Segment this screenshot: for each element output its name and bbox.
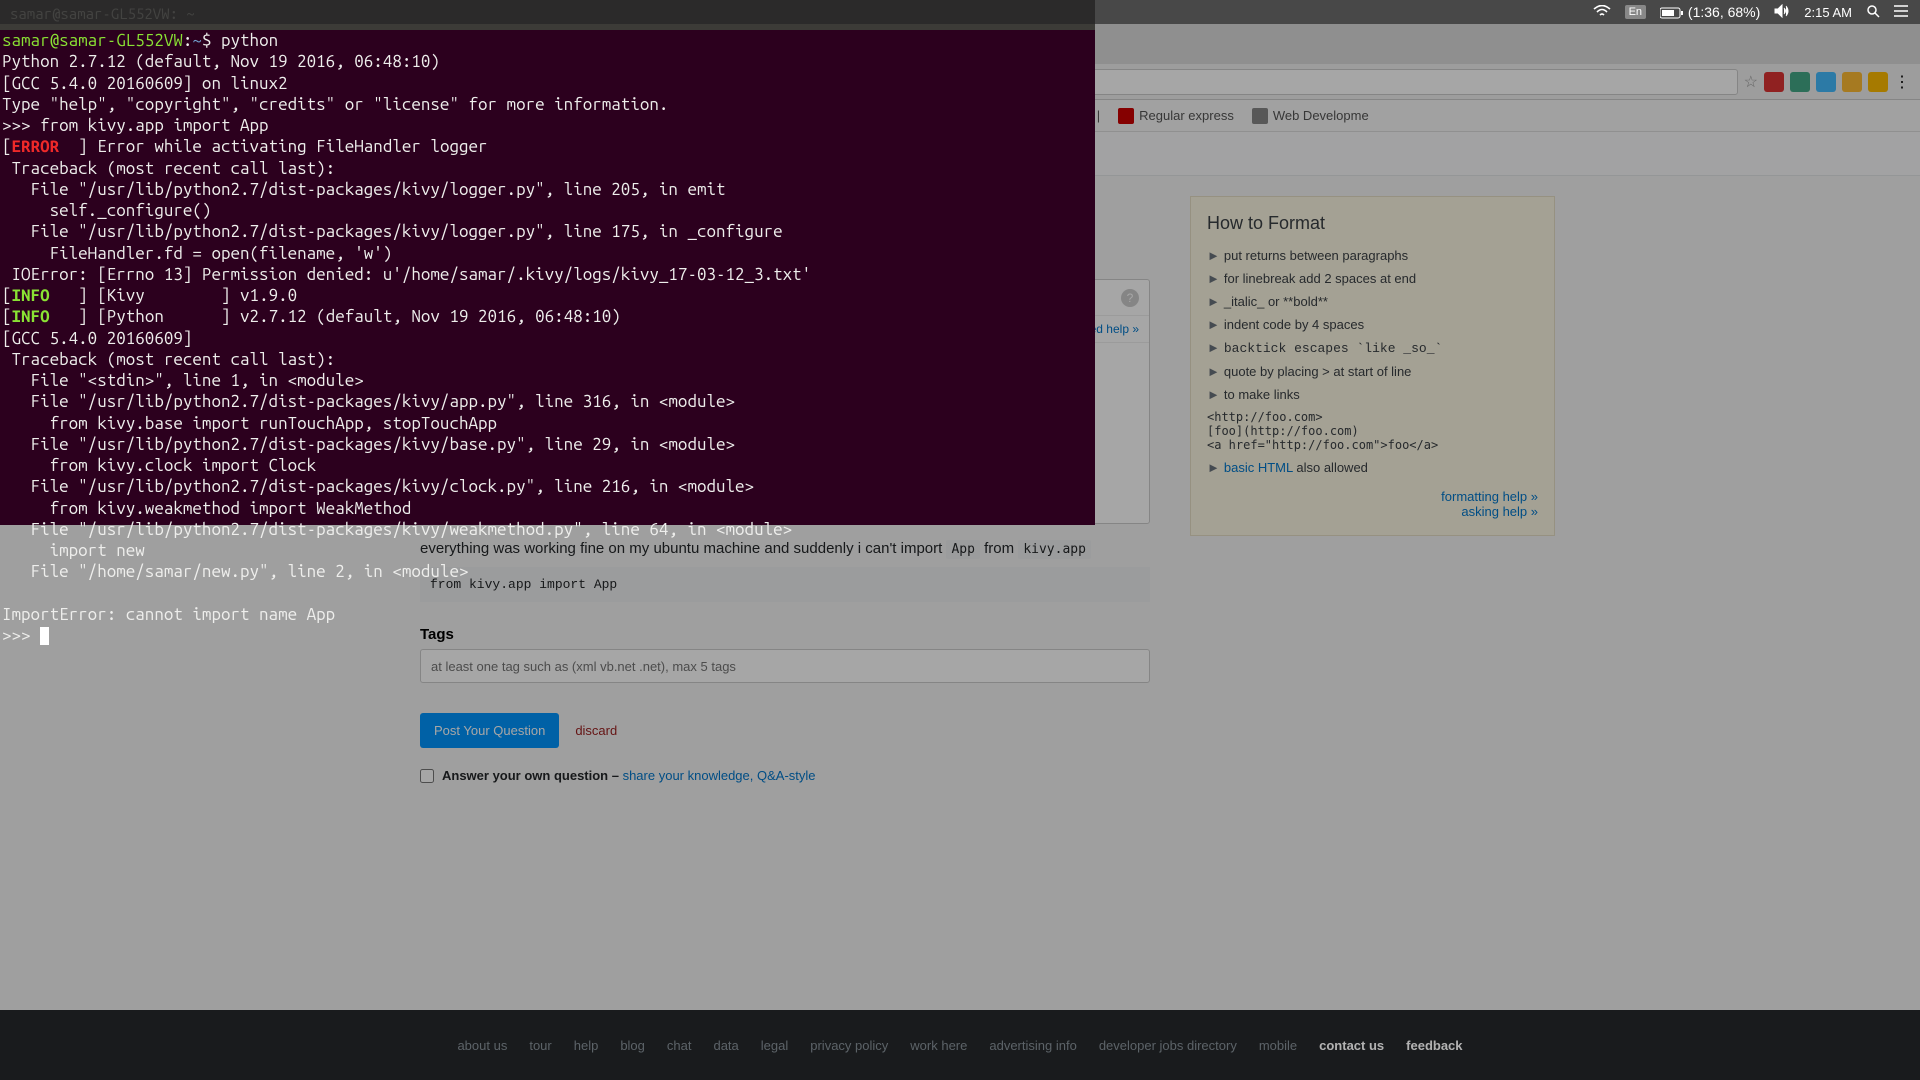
extension-icon[interactable]	[1764, 72, 1784, 92]
tags-input[interactable]	[420, 649, 1150, 683]
output-line: File "/usr/lib/python2.7/dist-packages/k…	[2, 222, 783, 241]
footer: about us tour help blog chat data legal …	[0, 1010, 1920, 1080]
footer-link[interactable]: feedback	[1406, 1038, 1462, 1053]
terminal-body[interactable]: samar@samar-GL552VW:~$ python Python 2.7…	[0, 30, 1095, 646]
extension-icon[interactable]	[1868, 72, 1888, 92]
bookmark-star-icon[interactable]: ☆	[1744, 72, 1758, 92]
output-line: File "/usr/lib/python2.7/dist-packages/k…	[2, 520, 792, 539]
info-label: INFO	[12, 307, 50, 326]
format-links-example: <http://foo.com> [foo](http://foo.com) <…	[1207, 410, 1538, 452]
format-item: _italic_ or **bold**	[1224, 294, 1328, 309]
footer-link[interactable]: privacy policy	[810, 1038, 888, 1053]
how-to-format-box: How to Format ►put returns between parag…	[1190, 196, 1555, 536]
battery-text: (1:36, 68%)	[1688, 4, 1760, 20]
battery-indicator: (1:36, 68%)	[1660, 4, 1760, 20]
terminal-window[interactable]: samar@samar-GL552VW: ~ samar@samar-GL552…	[0, 0, 1095, 525]
format-title: How to Format	[1207, 213, 1538, 234]
footer-link[interactable]: work here	[910, 1038, 967, 1053]
format-item: indent code by 4 spaces	[1224, 317, 1364, 332]
output-line: IOError: [Errno 13] Permission denied: u…	[2, 265, 811, 284]
bookmark-item[interactable]: Web Developme	[1252, 108, 1369, 124]
answer-own-label: Answer your own question –	[442, 768, 623, 783]
format-text: also allowed	[1293, 460, 1368, 475]
output-line: ] [Python ] v2.7.12 (default, Nov 19 201…	[50, 307, 631, 326]
output-line: FileHandler.fd = open(filename, 'w')	[2, 244, 392, 263]
favicon-icon	[1252, 108, 1268, 124]
format-item: backtick escapes `like _so_`	[1224, 341, 1442, 356]
bookmark-label: Web Developme	[1273, 108, 1369, 123]
format-item: to make links	[1224, 387, 1300, 402]
extension-icon[interactable]	[1790, 72, 1810, 92]
output-line: import new	[2, 541, 145, 560]
volume-icon[interactable]	[1774, 4, 1790, 21]
output-line: >>> from kivy.app import App	[2, 116, 269, 135]
footer-link[interactable]: contact us	[1319, 1038, 1384, 1053]
output-line: self._configure()	[2, 201, 211, 220]
footer-link[interactable]: tour	[529, 1038, 551, 1053]
macos-menubar: En (1:36, 68%) 2:15 AM	[0, 0, 1920, 24]
footer-link[interactable]: help	[574, 1038, 599, 1053]
bookmark-label: Regular express	[1139, 108, 1234, 123]
editor-help-icon[interactable]: ?	[1121, 289, 1139, 307]
wifi-icon	[1593, 4, 1611, 20]
answer-own-row: Answer your own question – share your kn…	[420, 768, 1150, 783]
command: python	[221, 31, 278, 50]
format-item: put returns between paragraphs	[1224, 248, 1408, 263]
output-line: [GCC 5.4.0 20160609]	[2, 329, 192, 348]
output-line: Traceback (most recent call last):	[2, 350, 335, 369]
basic-html-link[interactable]: basic HTML	[1224, 460, 1293, 475]
output-line: ImportError: cannot import name App	[2, 605, 335, 624]
output-line: File "/usr/lib/python2.7/dist-packages/k…	[2, 435, 735, 454]
menu-icon[interactable]	[1894, 4, 1908, 20]
footer-link[interactable]: mobile	[1259, 1038, 1297, 1053]
footer-link[interactable]: developer jobs directory	[1099, 1038, 1237, 1053]
output-line: from kivy.clock import Clock	[2, 456, 316, 475]
format-item: for linebreak add 2 spaces at end	[1224, 271, 1416, 286]
clock: 2:15 AM	[1804, 5, 1852, 20]
prompt-user: samar@samar-GL552VW	[2, 31, 183, 50]
favicon-icon	[1118, 108, 1134, 124]
answer-own-link[interactable]: share your knowledge, Q&A-style	[623, 768, 816, 783]
footer-link[interactable]: legal	[761, 1038, 788, 1053]
spotlight-icon[interactable]	[1866, 4, 1880, 21]
output-line: Python 2.7.12 (default, Nov 19 2016, 06:…	[2, 52, 449, 71]
footer-link[interactable]: advertising info	[989, 1038, 1076, 1053]
answer-own-checkbox[interactable]	[420, 769, 434, 783]
extension-icon[interactable]	[1816, 72, 1836, 92]
formatting-help-link[interactable]: formatting help »	[1441, 489, 1538, 504]
repl-prompt: >>>	[2, 626, 40, 645]
error-label: ERROR	[12, 137, 60, 156]
output-line: Traceback (most recent call last):	[2, 159, 335, 178]
output-line: File "/usr/lib/python2.7/dist-packages/k…	[2, 477, 754, 496]
post-question-button[interactable]: Post Your Question	[420, 713, 559, 748]
discard-link[interactable]: discard	[575, 723, 617, 738]
output-line: ] Error while activating FileHandler log…	[59, 137, 487, 156]
output-line: File "<stdin>", line 1, in <module>	[2, 371, 364, 390]
extension-icon[interactable]	[1842, 72, 1862, 92]
footer-link[interactable]: blog	[620, 1038, 645, 1053]
footer-link[interactable]: chat	[667, 1038, 692, 1053]
sidebar: How to Format ►put returns between parag…	[1190, 196, 1555, 783]
output-line: File "/home/samar/new.py", line 2, in <m…	[2, 562, 468, 581]
output-line: File "/usr/lib/python2.7/dist-packages/k…	[2, 180, 726, 199]
language-indicator[interactable]: En	[1625, 5, 1646, 19]
footer-link[interactable]: about us	[457, 1038, 507, 1053]
info-label: INFO	[12, 286, 50, 305]
output-line: File "/usr/lib/python2.7/dist-packages/k…	[2, 392, 735, 411]
output-line: [GCC 5.4.0 20160609] on linux2	[2, 74, 288, 93]
output-line: ] [Kivy ] v1.9.0	[50, 286, 298, 305]
menu-icon[interactable]: ⋮	[1894, 72, 1910, 92]
footer-link[interactable]: data	[713, 1038, 738, 1053]
prompt-path: ~	[192, 31, 202, 50]
bookmark-item[interactable]: Regular express	[1118, 108, 1234, 124]
format-item: quote by placing > at start of line	[1224, 364, 1412, 379]
output-line: from kivy.base import runTouchApp, stopT…	[2, 414, 497, 433]
post-row: Post Your Question discard	[420, 713, 1150, 748]
asking-help-link[interactable]: asking help »	[1461, 504, 1538, 519]
output-line: Type "help", "copyright", "credits" or "…	[2, 95, 668, 114]
cursor	[40, 627, 49, 645]
output-line: from kivy.weakmethod import WeakMethod	[2, 499, 411, 518]
